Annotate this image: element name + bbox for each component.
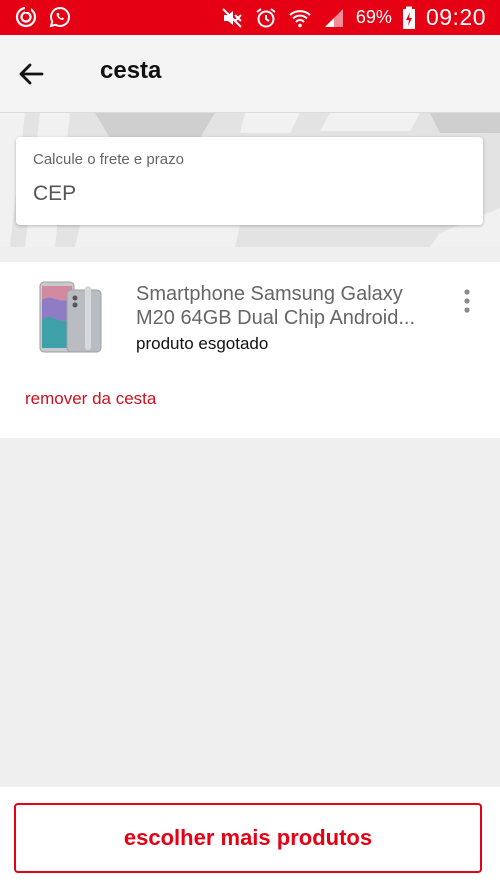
battery-charging-icon [402,6,415,29]
arrow-left-icon[interactable] [16,59,46,89]
product-status: produto esgotado [136,334,269,353]
wifi-icon [289,9,311,27]
cep-input[interactable] [33,177,453,211]
more-vertical-icon[interactable] [458,288,476,314]
system-icons: 69% 09:20 [220,4,486,31]
whatsapp-icon [49,6,70,28]
shipping-label: Calcule o frete e prazo [33,151,184,168]
product-name[interactable]: Smartphone Samsung Galaxy M20 64GB Dual … [136,282,436,330]
product-name-line-1: Smartphone Samsung Galaxy [136,283,403,305]
remove-from-cart-link[interactable]: remover da cesta [25,389,156,409]
shipping-card: Calcule o frete e prazo [16,137,483,225]
bottom-bar: escolher mais produtos [0,787,500,889]
choose-more-products-button[interactable]: escolher mais produtos [14,803,482,873]
battery-percent: 69% [355,7,392,27]
notification-icons [14,5,72,29]
product-card: Smartphone Samsung Galaxy M20 64GB Dual … [0,262,500,438]
status-bar: 69% 09:20 [0,0,500,35]
app-bar: cesta [0,35,500,113]
product-image[interactable] [37,280,111,354]
product-name-line-2: M20 64GB Dual Chip Android... [136,307,416,329]
mute-icon [222,7,242,28]
clock: 09:20 [425,4,486,30]
signal-icon [324,8,343,27]
page-title: cesta [100,57,162,84]
shipping-section: Calcule o frete e prazo [0,113,500,247]
sync-app-icon [15,6,37,28]
alarm-icon [256,7,276,27]
